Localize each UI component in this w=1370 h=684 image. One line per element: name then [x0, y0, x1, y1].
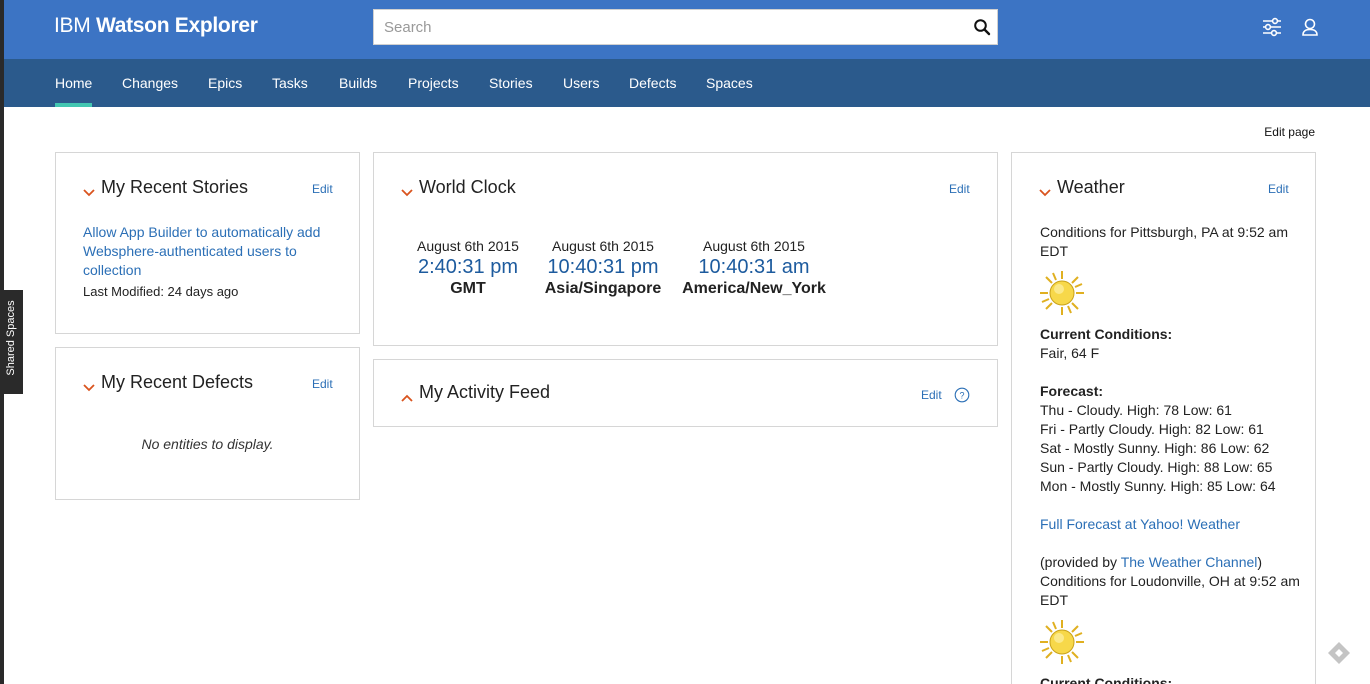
nav-projects[interactable]: Projects	[408, 59, 459, 107]
clock-zone: America/New_York	[682, 280, 826, 297]
forecast-label: Forecast:	[1040, 383, 1104, 399]
chevron-up-icon[interactable]	[401, 389, 413, 402]
tag-icon[interactable]	[1326, 640, 1352, 666]
provided-by-suffix: )	[1257, 554, 1263, 570]
recent-stories-edit-link[interactable]: Edit	[312, 182, 333, 196]
search-icon[interactable]	[973, 18, 991, 36]
clock-zone: GMT	[450, 280, 486, 297]
weather-title: Weather	[1057, 177, 1125, 197]
clock-date: August 6th 2015	[417, 238, 519, 254]
activity-feed-title: My Activity Feed	[419, 382, 551, 402]
help-icon[interactable]: ?	[954, 387, 970, 403]
activity-feed-edit-link[interactable]: Edit	[921, 388, 942, 402]
weather-location-loudonville: Conditions for Loudonville, OH at 9:52 a…	[1040, 573, 1300, 608]
brand-product: Watson Explorer	[95, 14, 258, 37]
user-icon[interactable]	[1300, 17, 1320, 37]
clock-zone: Asia/Singapore	[544, 280, 662, 297]
forecast-day: Sat - Mostly Sunny. High: 86 Low: 62	[1040, 440, 1270, 456]
chevron-down-icon[interactable]	[83, 379, 95, 392]
recent-defects-panel: My Recent Defects Edit No entities to di…	[55, 347, 360, 500]
chevron-down-icon[interactable]	[401, 184, 413, 197]
recent-stories-panel: My Recent Stories Edit Allow App Builder…	[55, 152, 360, 334]
top-icons	[1262, 17, 1320, 37]
app-logo[interactable]: IBM Watson Explorer	[54, 14, 258, 38]
chevron-down-icon[interactable]	[1039, 184, 1051, 197]
recent-stories-title: My Recent Stories	[101, 177, 249, 197]
nav-epics[interactable]: Epics	[208, 59, 242, 107]
world-clock-panel: World Clock Edit August 6th 2015 2:40:31…	[373, 152, 998, 346]
world-clock-title: World Clock	[419, 177, 516, 197]
world-clock-edit-link[interactable]: Edit	[949, 182, 970, 196]
forecast-day: Mon - Mostly Sunny. High: 85 Low: 64	[1040, 478, 1276, 494]
nav-defects[interactable]: Defects	[629, 59, 676, 107]
main-nav: Home Changes Epics Tasks Builds Projects…	[4, 59, 1370, 107]
edit-page-link[interactable]: Edit page	[1264, 125, 1315, 139]
clock-date: August 6th 2015	[552, 238, 654, 254]
nav-users[interactable]: Users	[563, 59, 600, 107]
forecast-day: Fri - Partly Cloudy. High: 82 Low: 61	[1040, 421, 1264, 437]
current-conditions-value: Fair, 64 F	[1040, 345, 1100, 361]
weather-content: Conditions for Pittsburgh, PA at 9:52 am…	[1040, 223, 1300, 684]
provided-by-prefix: (provided by	[1040, 554, 1121, 570]
clock-new-york: August 6th 2015 10:40:31 am America/New_…	[679, 238, 829, 298]
full-forecast-link[interactable]: Full Forecast at Yahoo! Weather	[1040, 515, 1300, 534]
chevron-down-icon[interactable]	[83, 184, 95, 197]
shared-spaces-tab[interactable]: Shared Spaces	[0, 290, 23, 394]
shared-spaces-label: Shared Spaces	[5, 300, 17, 376]
clock-date: August 6th 2015	[703, 238, 805, 254]
nav-builds[interactable]: Builds	[339, 59, 377, 107]
recent-defects-title: My Recent Defects	[101, 372, 254, 392]
search-box	[373, 9, 998, 45]
weather-channel-link[interactable]: The Weather Channel	[1121, 554, 1258, 570]
sunny-weather-icon	[1038, 269, 1086, 317]
nav-spaces[interactable]: Spaces	[706, 59, 753, 107]
sunny-weather-icon	[1038, 618, 1086, 666]
story-link[interactable]: Allow App Builder to automatically add W…	[83, 223, 343, 280]
story-last-modified: Last Modified: 24 days ago	[83, 284, 239, 299]
filter-settings-icon[interactable]	[1262, 17, 1282, 37]
clock-gmt: August 6th 2015 2:40:31 pm GMT	[408, 238, 528, 298]
current-conditions-label: Current Conditions:	[1040, 326, 1173, 342]
nav-tasks[interactable]: Tasks	[272, 59, 308, 107]
forecast-day: Sun - Partly Cloudy. High: 88 Low: 65	[1040, 459, 1273, 475]
clock-time: 10:40:31 pm	[547, 256, 659, 278]
nav-home[interactable]: Home	[55, 59, 93, 107]
clock-time: 2:40:31 pm	[417, 256, 519, 278]
search-input[interactable]	[384, 10, 964, 44]
weather-panel: Weather Edit Conditions for Pittsburgh, …	[1011, 152, 1316, 684]
current-conditions-label: Current Conditions:	[1040, 675, 1173, 684]
activity-feed-panel: My Activity Feed Edit ?	[373, 359, 998, 427]
top-bar: IBM Watson Explorer	[4, 0, 1370, 59]
nav-stories[interactable]: Stories	[489, 59, 533, 107]
weather-edit-link[interactable]: Edit	[1268, 182, 1289, 196]
nav-changes[interactable]: Changes	[122, 59, 178, 107]
recent-defects-edit-link[interactable]: Edit	[312, 377, 333, 391]
forecast-day: Thu - Cloudy. High: 78 Low: 61	[1040, 402, 1232, 418]
svg-text:?: ?	[959, 391, 964, 401]
clock-singapore: August 6th 2015 10:40:31 pm Asia/Singapo…	[538, 238, 668, 298]
weather-location-pittsburgh: Conditions for Pittsburgh, PA at 9:52 am…	[1040, 224, 1288, 259]
clock-time: 10:40:31 am	[698, 256, 810, 278]
empty-state-text: No entities to display.	[141, 436, 274, 452]
provided-by: (provided by The Weather Channel)	[1040, 553, 1300, 572]
brand-ibm: IBM	[54, 14, 91, 37]
